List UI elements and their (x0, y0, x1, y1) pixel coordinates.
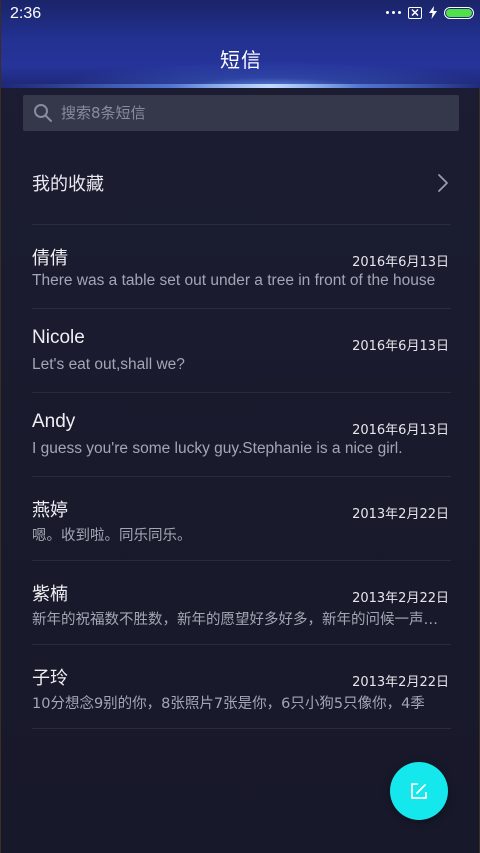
message-preview: 嗯。收到啦。同乐同乐。 (32, 528, 192, 544)
conversation-item[interactable]: Andy 2016年6月13日 I guess you're some luck… (32, 393, 451, 476)
contact-name: 倩倩 (32, 248, 68, 269)
contact-name: Andy (32, 411, 76, 432)
no-sim-icon (408, 6, 422, 19)
page-title: 短信 (220, 48, 262, 72)
message-date: 2016年6月13日 (352, 423, 449, 438)
message-date: 2013年2月22日 (352, 675, 449, 690)
signal-dots-icon (386, 11, 401, 14)
message-preview: 10分想念9别的你，8张照片7张是你，6只小狗5只像你，4季 (32, 696, 425, 712)
contact-name: 燕婷 (32, 500, 68, 521)
message-date: 2016年6月13日 (352, 255, 449, 270)
compose-button[interactable] (390, 762, 448, 820)
search-input[interactable] (59, 103, 443, 123)
contact-name: 子玲 (32, 668, 68, 689)
conversation-item[interactable]: Nicole 2016年6月13日 Let's eat out,shall we… (32, 309, 451, 392)
search-icon (34, 104, 52, 122)
status-icons (386, 6, 474, 19)
search-bar[interactable] (23, 95, 459, 131)
conversation-item[interactable]: 子玲 2013年2月22日 10分想念9别的你，8张照片7张是你，6只小狗5只像… (32, 645, 451, 728)
chevron-right-icon (438, 174, 448, 192)
contact-name: Nicole (32, 327, 85, 348)
message-date: 2013年2月22日 (352, 591, 449, 606)
message-preview: There was a table set out under a tree i… (32, 272, 436, 289)
message-preview: 新年的祝福数不胜数，新年的愿望好多好多，新年的问候一声一声 (32, 612, 449, 628)
header-glow (1, 84, 480, 88)
messages-screen: 2:36 短信 我的收藏 倩倩 2016年6月13日 (0, 0, 480, 853)
battery-icon (444, 6, 474, 19)
message-date: 2016年6月13日 (352, 339, 449, 354)
message-preview: Let's eat out,shall we? (32, 356, 185, 373)
conversation-list: 倩倩 2016年6月13日 There was a table set out … (32, 224, 451, 729)
message-date: 2013年2月22日 (352, 507, 449, 522)
conversation-item[interactable]: 燕婷 2013年2月22日 嗯。收到啦。同乐同乐。 (32, 477, 451, 560)
favorites-row[interactable]: 我的收藏 (32, 150, 451, 216)
favorites-label: 我的收藏 (32, 174, 104, 195)
compose-icon (411, 783, 427, 799)
battery-level (446, 8, 472, 17)
message-preview: I guess you're some lucky guy.Stephanie … (32, 440, 403, 457)
status-time: 2:36 (10, 5, 42, 22)
divider (32, 728, 451, 729)
conversation-item[interactable]: 倩倩 2016年6月13日 There was a table set out … (32, 225, 451, 308)
charging-bolt-icon (429, 6, 437, 19)
contact-name: 紫楠 (32, 584, 68, 605)
conversation-item[interactable]: 紫楠 2013年2月22日 新年的祝福数不胜数，新年的愿望好多好多，新年的问候一… (32, 561, 451, 644)
status-bar: 2:36 (1, 0, 480, 30)
